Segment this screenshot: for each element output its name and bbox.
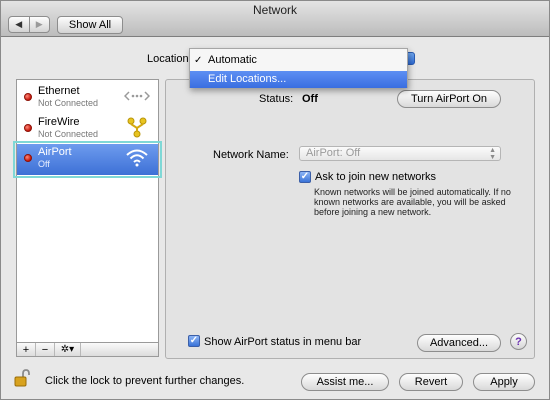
location-option-automatic[interactable]: ✓ Automatic bbox=[190, 52, 407, 69]
ask-to-join-checkbox[interactable]: ✓ bbox=[299, 171, 311, 183]
help-button[interactable]: ? bbox=[510, 333, 527, 350]
status-dot-icon bbox=[24, 93, 32, 101]
ask-to-join-description: Known networks will be joined automatica… bbox=[314, 187, 511, 217]
location-option-label: Automatic bbox=[208, 54, 257, 66]
status-label: Status: bbox=[259, 93, 294, 105]
location-option-edit-locations[interactable]: Edit Locations... bbox=[190, 71, 407, 88]
status-value: Off bbox=[302, 93, 318, 105]
service-status: Not Connected bbox=[38, 98, 99, 108]
lock-message: Click the lock to prevent further change… bbox=[45, 375, 245, 387]
ethernet-arrows-icon bbox=[124, 91, 150, 101]
ask-to-join-label: Ask to join new networks bbox=[315, 171, 437, 183]
apply-button[interactable]: Apply bbox=[473, 373, 535, 391]
service-list-toolbar: + − ✲▾ bbox=[16, 343, 159, 357]
service-name: Ethernet bbox=[38, 85, 80, 97]
checkmark-icon: ✓ bbox=[194, 55, 203, 66]
firewire-icon bbox=[127, 117, 147, 138]
turn-airport-on-button[interactable]: Turn AirPort On bbox=[397, 90, 501, 108]
network-name-value: AirPort: Off bbox=[306, 147, 361, 159]
chevron-up-down-icon: ▲ ▼ bbox=[489, 147, 496, 161]
assist-me-button[interactable]: Assist me... bbox=[301, 373, 389, 391]
location-label: Location bbox=[147, 53, 189, 65]
service-status: Not Connected bbox=[38, 129, 99, 139]
location-option-label: Edit Locations... bbox=[208, 73, 287, 85]
network-preferences-window: Network ◀ ▶ Show All Location ✓ Automati… bbox=[0, 0, 550, 400]
service-list: Ethernet Not Connected FireWire Not Conn… bbox=[16, 79, 159, 343]
title-bar: Network ◀ ▶ Show All bbox=[1, 1, 549, 37]
revert-button[interactable]: Revert bbox=[399, 373, 463, 391]
selection-highlight-outline bbox=[13, 141, 162, 178]
network-name-label: Network Name: bbox=[213, 149, 289, 161]
airport-settings-panel bbox=[165, 79, 535, 359]
back-button[interactable]: ◀ bbox=[9, 17, 29, 32]
lock-icon[interactable] bbox=[14, 369, 30, 387]
add-service-button[interactable]: + bbox=[17, 343, 36, 356]
service-name: FireWire bbox=[38, 116, 80, 128]
network-name-select[interactable]: AirPort: Off ▲ ▼ bbox=[299, 146, 501, 161]
show-all-button[interactable]: Show All bbox=[57, 16, 123, 34]
window-title: Network bbox=[252, 3, 297, 17]
location-dropdown-menu: ✓ Automatic Edit Locations... bbox=[189, 48, 408, 88]
back-forward-control: ◀ ▶ bbox=[8, 16, 50, 33]
advanced-button[interactable]: Advanced... bbox=[417, 334, 501, 352]
gear-menu-button[interactable]: ✲▾ bbox=[55, 343, 81, 356]
forward-button[interactable]: ▶ bbox=[28, 17, 50, 32]
service-item-ethernet[interactable]: Ethernet Not Connected bbox=[17, 83, 158, 116]
status-dot-icon bbox=[24, 124, 32, 132]
show-airport-status-checkbox[interactable]: ✓ bbox=[188, 335, 200, 347]
remove-service-button[interactable]: − bbox=[36, 343, 55, 356]
show-airport-status-label: Show AirPort status in menu bar bbox=[204, 336, 362, 348]
